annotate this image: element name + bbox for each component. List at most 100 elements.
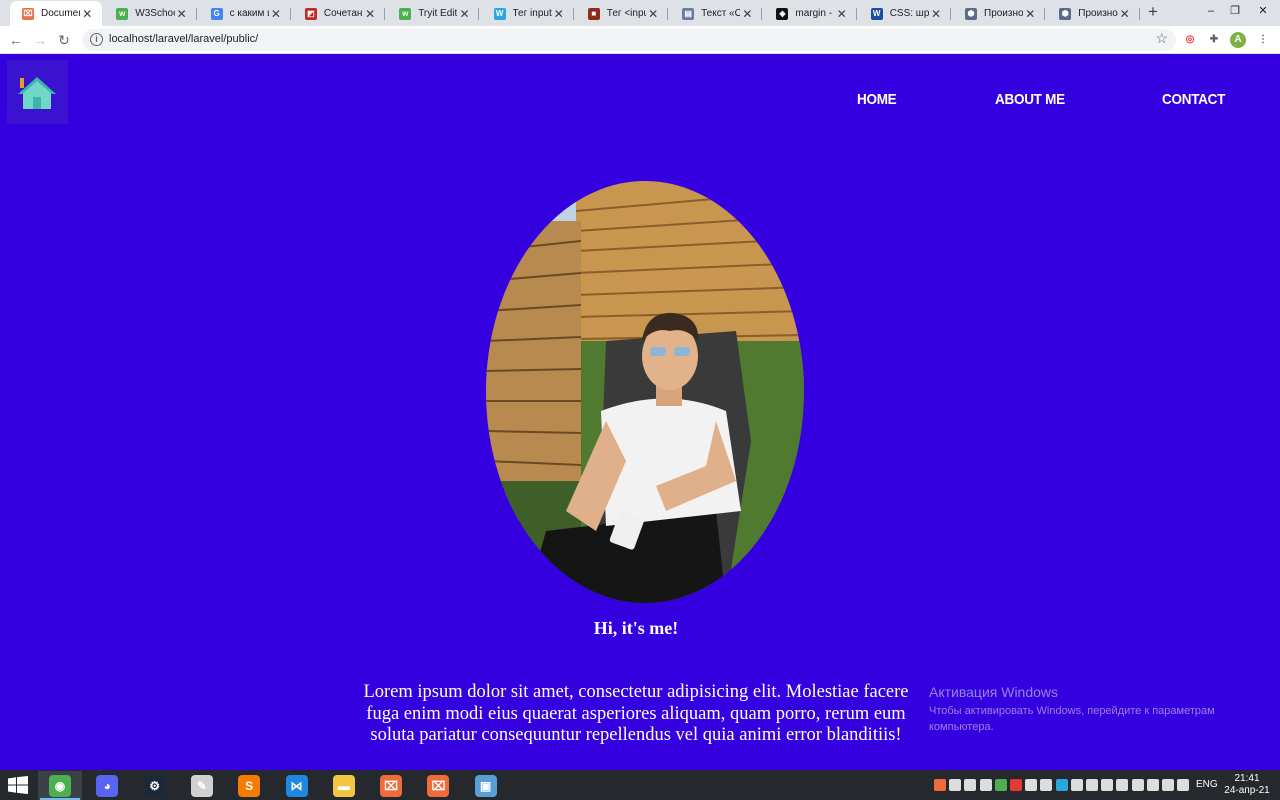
system-tray-icon[interactable] bbox=[1010, 779, 1022, 791]
steam-icon: ⚙ bbox=[143, 774, 166, 797]
system-tray-icon[interactable] bbox=[949, 779, 962, 791]
system-tray-icon[interactable] bbox=[1162, 779, 1174, 791]
tab-close-icon[interactable]: ✕ bbox=[175, 7, 189, 21]
browser-tab[interactable]: ◈ margin - C✕ bbox=[764, 1, 857, 26]
tab-title: Произнош bbox=[984, 8, 1024, 19]
taskbar-app-sublime-text[interactable]: S bbox=[227, 771, 271, 800]
forward-button[interactable]: → bbox=[30, 30, 50, 50]
system-tray-icon[interactable] bbox=[994, 779, 1007, 791]
tab-close-icon[interactable]: ✕ bbox=[80, 7, 94, 21]
extension-icon[interactable]: ◎ bbox=[1182, 32, 1198, 48]
taskbar-app-paint[interactable]: ✎ bbox=[180, 771, 224, 800]
sublime-text-icon: S bbox=[238, 774, 261, 797]
system-tray-icon[interactable] bbox=[1116, 779, 1129, 791]
tab-separator bbox=[949, 8, 951, 20]
browser-tab[interactable]: ⬢ Произнош✕ bbox=[1047, 1, 1140, 26]
system-tray-icon[interactable] bbox=[979, 779, 992, 791]
tab-favicon-icon: W bbox=[493, 7, 506, 20]
taskbar-app-chrome[interactable]: ◉ bbox=[38, 771, 82, 800]
xampp-2-icon: ⌧ bbox=[427, 774, 450, 797]
clock-time: 21:41 bbox=[1234, 773, 1260, 784]
nav-link-about-me[interactable]: ABOUT ME bbox=[995, 91, 1065, 108]
nav-link-contact[interactable]: CONTACT bbox=[1162, 91, 1225, 108]
tab-favicon-icon: ⬢ bbox=[965, 7, 977, 20]
browser-tab[interactable]: w Tryit Editor✕ bbox=[387, 1, 480, 26]
tab-close-icon[interactable]: ✕ bbox=[457, 7, 471, 21]
browser-tab[interactable]: w W3Schools✕ bbox=[104, 1, 197, 26]
system-tray-icon[interactable] bbox=[964, 779, 977, 791]
browser-tab[interactable]: W CSS: шриф✕ bbox=[859, 1, 951, 26]
browser-tab[interactable]: Gс каким ца✕ bbox=[199, 1, 291, 26]
tab-separator bbox=[667, 8, 669, 20]
taskbar-app-discord[interactable]: ◕ bbox=[85, 771, 129, 800]
system-tray-icon[interactable] bbox=[1131, 779, 1144, 791]
tab-close-icon[interactable]: ✕ bbox=[552, 7, 566, 21]
tab-favicon-icon: ■ bbox=[587, 7, 600, 20]
tab-title: CSS: шриф bbox=[889, 8, 929, 19]
reload-button[interactable]: ↻ bbox=[54, 30, 74, 50]
system-tray-icon[interactable] bbox=[1055, 779, 1068, 791]
tab-close-icon[interactable]: ✕ bbox=[835, 7, 849, 21]
tab-close-icon[interactable]: ✕ bbox=[363, 7, 377, 21]
taskbar-app-vscode[interactable]: ⋈ bbox=[275, 771, 319, 800]
system-clock[interactable]: 21:41 24-апр-21 bbox=[1224, 773, 1270, 797]
taskbar-app-xampp[interactable]: ⌧ bbox=[369, 771, 413, 800]
browser-tab[interactable]: W Тег input ✕ bbox=[482, 1, 574, 26]
discord-icon: ◕ bbox=[96, 774, 119, 797]
tab-close-icon[interactable]: ✕ bbox=[1118, 7, 1132, 21]
url-text[interactable]: localhost/laravel/laravel/public/ bbox=[109, 33, 258, 45]
clock-date: 24-апр-21 bbox=[1224, 785, 1270, 796]
browser-tab[interactable]: ■ Тег <input✕ bbox=[576, 1, 669, 26]
greeting-heading: Hi, it's me! bbox=[593, 618, 679, 638]
extension-icon[interactable]: ✚ bbox=[1206, 32, 1222, 48]
page-viewport: HOME ABOUT ME CONTACT Hi, it's me! Lorem… bbox=[0, 54, 1280, 770]
windows-activation-watermark: Активация Windows Чтобы активировать Win… bbox=[929, 684, 1239, 735]
tab-title: Сочетание bbox=[323, 8, 363, 19]
tab-separator bbox=[855, 8, 857, 20]
system-tray-icon[interactable] bbox=[1177, 779, 1190, 791]
site-info-icon[interactable]: i bbox=[90, 33, 103, 46]
new-tab-button[interactable]: + bbox=[1144, 2, 1162, 22]
home-logo[interactable] bbox=[7, 60, 68, 124]
browser-tab[interactable]: ▤ Текст «О с✕ bbox=[670, 1, 763, 26]
tab-separator bbox=[572, 8, 574, 20]
tab-close-icon[interactable]: ✕ bbox=[646, 7, 660, 21]
tab-title: Произнош bbox=[1078, 8, 1118, 19]
nav-link-home[interactable]: HOME bbox=[857, 91, 897, 108]
tab-title: Текст «О с bbox=[701, 8, 741, 19]
tab-close-icon[interactable]: ✕ bbox=[269, 7, 283, 21]
taskbar-app-file-explorer[interactable]: ▬ bbox=[322, 771, 366, 800]
tab-close-icon[interactable]: ✕ bbox=[929, 7, 943, 21]
browser-menu-icon[interactable]: ⋮ bbox=[1255, 32, 1271, 48]
tab-favicon-icon: w bbox=[116, 7, 129, 20]
windows-start-icon[interactable] bbox=[8, 776, 28, 794]
taskbar-app-window-app[interactable]: ▣ bbox=[464, 771, 508, 800]
extension-icon[interactable]: A bbox=[1230, 32, 1246, 48]
close-window-button[interactable]: ✕ bbox=[1248, 0, 1278, 24]
browser-tab[interactable]: ⬢ Произнош✕ bbox=[953, 1, 1046, 26]
system-tray-icon[interactable] bbox=[1086, 779, 1098, 791]
system-tray-icon[interactable] bbox=[1025, 779, 1038, 791]
system-tray-icon[interactable] bbox=[934, 779, 946, 791]
input-language-indicator[interactable]: ENG bbox=[1196, 779, 1218, 790]
tab-separator bbox=[761, 8, 763, 20]
system-tray-icon[interactable] bbox=[1070, 779, 1083, 791]
address-bar[interactable]: i localhost/laravel/laravel/public/ ☆ bbox=[82, 29, 1176, 51]
tab-separator bbox=[478, 8, 480, 20]
browser-tab[interactable]: ◩ Сочетание✕ bbox=[293, 1, 386, 26]
back-button[interactable]: ← bbox=[6, 30, 26, 50]
tab-close-icon[interactable]: ✕ bbox=[1023, 7, 1037, 21]
maximize-button[interactable]: ❐ bbox=[1220, 0, 1250, 24]
tab-separator bbox=[289, 8, 291, 20]
profile-photo-image bbox=[486, 181, 804, 603]
tab-close-icon[interactable]: ✕ bbox=[740, 7, 754, 21]
taskbar-app-steam[interactable]: ⚙ bbox=[133, 771, 177, 800]
browser-tab[interactable]: ⌧ Document✕ bbox=[10, 1, 103, 26]
tab-separator bbox=[195, 8, 197, 20]
system-tray-icon[interactable] bbox=[1040, 779, 1053, 791]
tab-title: Document bbox=[41, 8, 80, 19]
bookmark-star-icon[interactable]: ☆ bbox=[1155, 30, 1168, 47]
system-tray-icon[interactable] bbox=[1146, 779, 1159, 791]
taskbar-app-xampp-2[interactable]: ⌧ bbox=[416, 771, 460, 800]
system-tray-icon[interactable] bbox=[1101, 779, 1114, 791]
